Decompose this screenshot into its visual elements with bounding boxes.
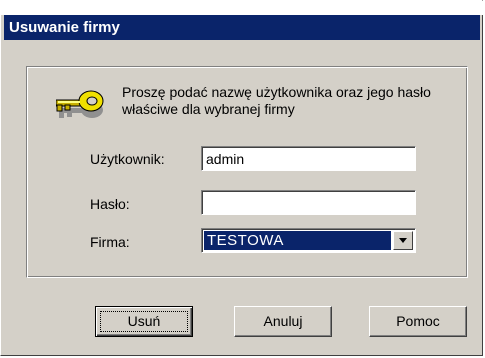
delete-button[interactable]: Usuń [95,306,193,337]
cancel-button[interactable]: Anuluj [234,306,332,337]
title-bar[interactable]: Usuwanie firmy [4,15,480,40]
password-field[interactable] [201,190,416,215]
company-select-value[interactable]: TESTOWA [204,231,391,250]
help-button[interactable]: Pomoc [369,306,467,337]
company-label: Firma: [90,234,130,250]
chevron-down-icon [399,238,407,243]
user-field[interactable] [201,146,416,171]
title-bar-top-strip [1,1,484,15]
user-label: Użytkownik: [90,151,165,167]
key-icon [56,90,104,118]
delete-company-dialog: Usuwanie firmy Proszę podać nazwę użytko… [0,0,484,356]
window-title: Usuwanie firmy [9,19,120,36]
company-select[interactable]: TESTOWA [201,228,416,253]
instruction-text: Proszę podać nazwę użytkownika oraz jego… [122,84,431,117]
company-select-dropdown-button[interactable] [393,231,413,250]
password-label: Hasło: [90,196,130,212]
focus-rectangle [100,311,188,332]
